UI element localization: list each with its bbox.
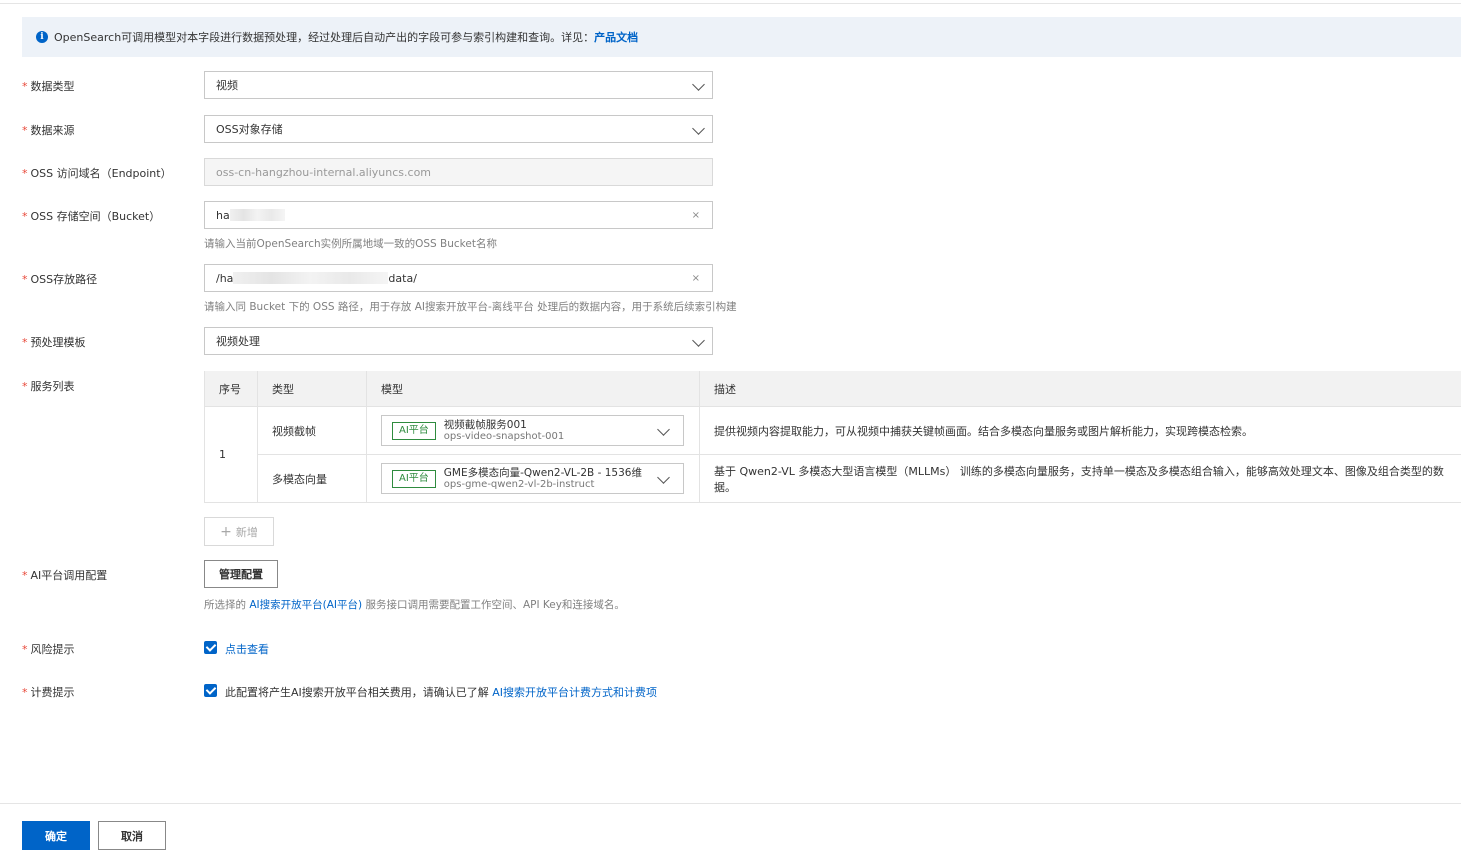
row-desc: 基于 Qwen2-VL 多模态大型语言模型（MLLMs） 训练的多模态向量服务，… bbox=[699, 454, 1461, 503]
chevron-down-icon bbox=[657, 423, 670, 436]
info-notice: i OpenSearch可调用模型对本字段进行数据预处理，经过处理后自动产出的字… bbox=[22, 17, 1461, 57]
service-list-label: * 服务列表 bbox=[22, 380, 75, 393]
redacted-text bbox=[233, 272, 389, 284]
data-source-value: OSS对象存储 bbox=[216, 123, 283, 136]
row-index: 1 bbox=[204, 406, 258, 503]
data-type-value: 视频 bbox=[216, 79, 238, 92]
bucket-label: * OSS 存储空间（Bucket） bbox=[22, 210, 161, 223]
bucket-hint: 请输入当前OpenSearch实例所属地域一致的OSS Bucket名称 bbox=[204, 238, 497, 250]
model-select[interactable]: AI平台 视频截帧服务001 ops-video-snapshot-001 bbox=[381, 415, 684, 446]
footer-divider bbox=[0, 803, 1461, 804]
col-type: 类型 bbox=[257, 371, 367, 407]
cancel-button[interactable]: 取消 bbox=[98, 821, 166, 850]
bucket-value: ha bbox=[216, 208, 230, 222]
view-risk-link[interactable]: 点击查看 bbox=[225, 641, 269, 657]
path-input[interactable]: /ha data/ × bbox=[204, 264, 713, 292]
data-source-select[interactable]: OSS对象存储 bbox=[204, 115, 713, 143]
ai-platform-tag: AI平台 bbox=[392, 469, 436, 488]
model-id: ops-video-snapshot-001 bbox=[443, 430, 565, 442]
risk-label: * 风险提示 bbox=[22, 643, 75, 656]
template-label: * 预处理模板 bbox=[22, 336, 86, 349]
chevron-down-icon bbox=[692, 122, 705, 135]
ai-platform-link[interactable]: AI搜索开放平台(AI平台) bbox=[249, 599, 362, 611]
chevron-down-icon bbox=[657, 471, 670, 484]
manage-config-button[interactable]: 管理配置 bbox=[204, 560, 278, 588]
table-row: 多模态向量 AI平台 GME多模态向量-Qwen2-VL-2B - 1536维 … bbox=[205, 454, 1461, 503]
row-model-cell: AI平台 GME多模态向量-Qwen2-VL-2B - 1536维 ops-gm… bbox=[366, 454, 700, 503]
ai-platform-tag: AI平台 bbox=[392, 421, 436, 440]
col-desc: 描述 bbox=[699, 371, 1461, 407]
chevron-down-icon bbox=[692, 334, 705, 347]
col-index: 序号 bbox=[204, 371, 258, 407]
path-value-start: /ha bbox=[216, 271, 234, 285]
info-icon: i bbox=[36, 31, 48, 43]
row-type: 多模态向量 bbox=[257, 454, 367, 503]
row-desc: 提供视频内容提取能力，可从视频中捕获关键帧画面。结合多模态向量服务或图片解析能力… bbox=[699, 406, 1461, 455]
model-name: 视频截帧服务001 bbox=[443, 418, 527, 431]
row-type: 视频截帧 bbox=[257, 406, 367, 455]
model-id: ops-gme-qwen2-vl-2b-instruct bbox=[443, 478, 595, 490]
service-table: 序号 类型 模型 描述 1 视频截帧 AI平台 视频截帧服务001 ops-vi… bbox=[204, 371, 1461, 503]
redacted-text bbox=[229, 209, 285, 221]
risk-checkbox[interactable] bbox=[204, 641, 217, 654]
billing-checkbox[interactable] bbox=[204, 684, 217, 697]
path-hint: 请输入同 Bucket 下的 OSS 路径，用于存放 AI搜索开放平台-离线平台… bbox=[204, 301, 737, 313]
row-model-cell: AI平台 视频截帧服务001 ops-video-snapshot-001 bbox=[366, 406, 700, 455]
model-name: GME多模态向量-Qwen2-VL-2B - 1536维 bbox=[443, 466, 642, 479]
clear-icon[interactable]: × bbox=[692, 273, 700, 284]
ai-config-hint: 所选择的 AI搜索开放平台(AI平台) 服务接口调用需要配置工作空间、API K… bbox=[204, 599, 625, 611]
endpoint-label: * OSS 访问域名（Endpoint） bbox=[22, 167, 172, 180]
path-label: * OSS存放路径 bbox=[22, 273, 98, 286]
product-docs-link[interactable]: 产品文档 bbox=[594, 29, 638, 45]
endpoint-value: oss-cn-hangzhou-internal.aliyuncs.com bbox=[216, 165, 432, 179]
clear-icon[interactable]: × bbox=[692, 210, 700, 221]
template-value: 视频处理 bbox=[216, 335, 260, 348]
template-select[interactable]: 视频处理 bbox=[204, 327, 713, 355]
model-select[interactable]: AI平台 GME多模态向量-Qwen2-VL-2B - 1536维 ops-gm… bbox=[381, 463, 684, 494]
billing-text: 此配置将产生AI搜索开放平台相关费用，请确认已了解 AI搜索开放平台计费方式和计… bbox=[225, 686, 658, 699]
path-value-end: data/ bbox=[388, 271, 417, 285]
confirm-button[interactable]: 确定 bbox=[22, 821, 90, 850]
data-type-label: * 数据类型 bbox=[22, 80, 75, 93]
table-row: 1 视频截帧 AI平台 视频截帧服务001 ops-video-snapshot… bbox=[204, 406, 1461, 503]
bucket-input[interactable]: ha × bbox=[204, 201, 713, 229]
data-type-select[interactable]: 视频 bbox=[204, 71, 713, 99]
data-source-label: * 数据来源 bbox=[22, 124, 75, 137]
add-label: 新增 bbox=[235, 525, 258, 539]
plus-icon: + bbox=[220, 523, 232, 540]
chevron-down-icon bbox=[692, 78, 705, 91]
col-model: 模型 bbox=[366, 371, 700, 407]
add-service-button[interactable]: + 新增 bbox=[204, 517, 274, 546]
billing-label: * 计费提示 bbox=[22, 686, 75, 699]
top-divider bbox=[0, 3, 1461, 4]
notice-text: OpenSearch可调用模型对本字段进行数据预处理，经过处理后自动产出的字段可… bbox=[54, 31, 595, 44]
ai-config-label: * AI平台调用配置 bbox=[22, 569, 108, 582]
billing-link[interactable]: AI搜索开放平台计费方式和计费项 bbox=[492, 686, 657, 699]
endpoint-input: oss-cn-hangzhou-internal.aliyuncs.com bbox=[204, 158, 713, 186]
